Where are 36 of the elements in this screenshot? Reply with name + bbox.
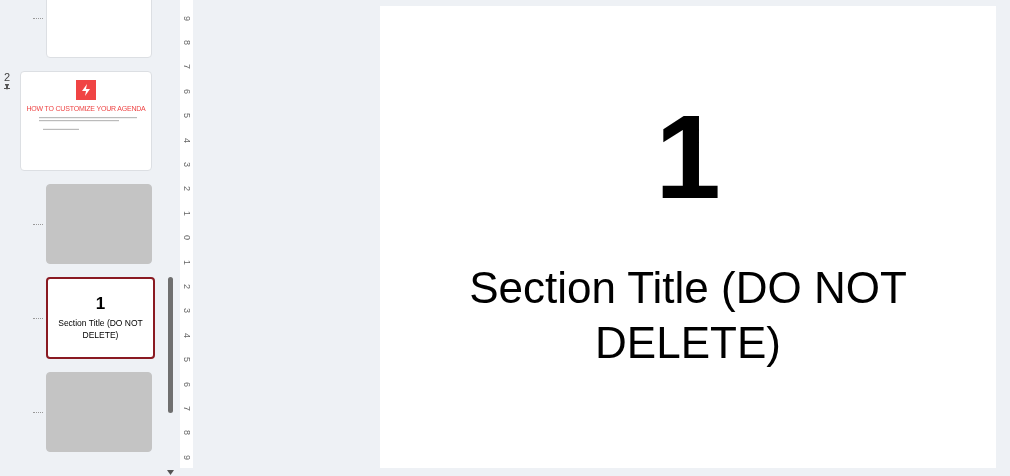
dotted-line — [33, 223, 43, 225]
dotted-line — [33, 17, 43, 19]
ruler-number: 4 — [182, 332, 191, 338]
section-title: Section Title (DO NOT DELETE) — [468, 262, 908, 369]
ruler-number: 1 — [182, 259, 191, 265]
dotted-line — [33, 411, 43, 413]
ruler-number: 3 — [182, 308, 191, 314]
ruler-number: 4 — [182, 137, 191, 143]
dotted-line — [33, 317, 43, 319]
scroll-down-icon[interactable] — [167, 470, 174, 475]
ruler-number: 3 — [182, 162, 191, 168]
ruler-number: 0 — [182, 235, 191, 241]
section-number: 1 — [655, 98, 721, 216]
pin-icon — [4, 84, 10, 90]
ruler-number: 6 — [182, 381, 191, 387]
ruler-number: 9 — [182, 15, 191, 21]
ruler-number: 1 — [182, 210, 191, 216]
thumbnail-number: 1 — [95, 295, 106, 313]
slide-thumbnail[interactable] — [46, 184, 152, 264]
lightning-icon — [76, 80, 96, 100]
ruler-number: 5 — [182, 357, 191, 363]
ruler-number: 2 — [182, 186, 191, 192]
ruler-number: 8 — [182, 430, 191, 436]
ruler-number: 8 — [182, 40, 191, 46]
slide-thumbnail[interactable]: 1 Section Title (DO NOT DELETE) — [46, 277, 155, 359]
ruler-number: 9 — [182, 454, 191, 460]
scrollbar-thumb[interactable] — [168, 277, 173, 413]
ruler-number: 6 — [182, 88, 191, 94]
slide-number: 2 — [4, 71, 11, 83]
thumbnail-title: Section Title (DO NOT DELETE) — [57, 318, 144, 341]
ruler-number: 7 — [182, 405, 191, 411]
slide-thumbnail[interactable] — [46, 372, 152, 452]
slide-thumbnail[interactable] — [46, 0, 152, 58]
ruler-number: 2 — [182, 284, 191, 289]
ruler-number: 5 — [182, 113, 191, 119]
ruler-number: 7 — [182, 64, 191, 70]
